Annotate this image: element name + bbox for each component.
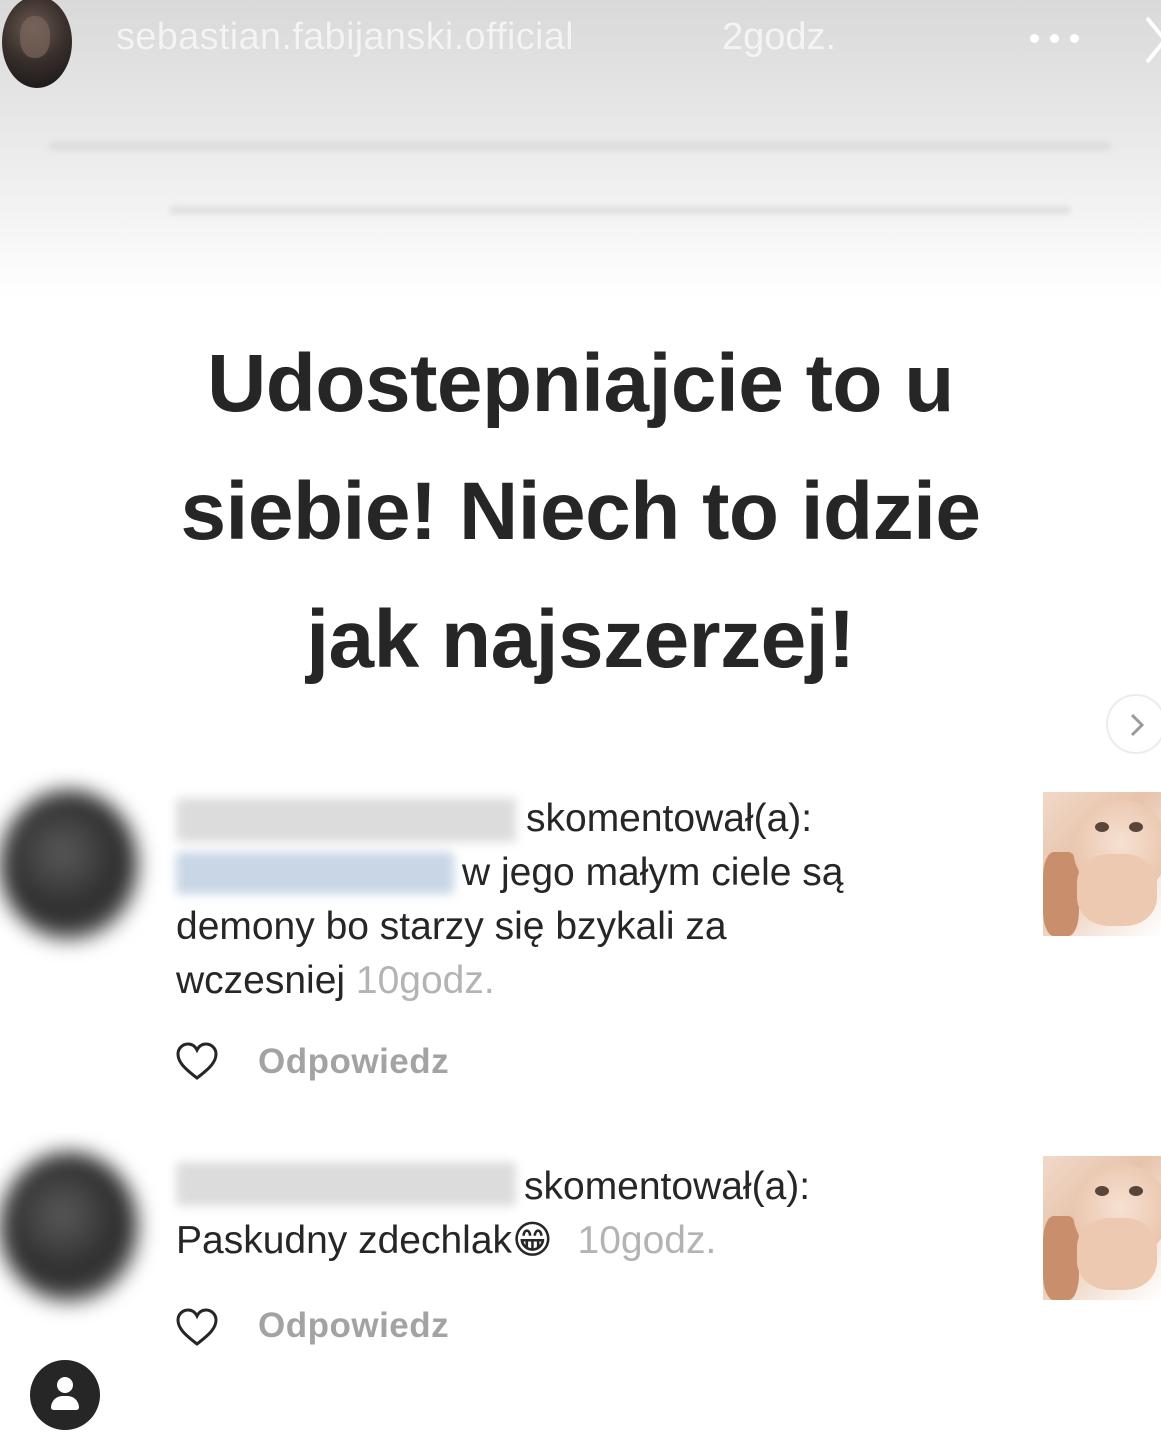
- headline-line: Udostepniajcie to u: [207, 338, 954, 429]
- reply-button[interactable]: Odpowiedz: [258, 1306, 449, 1346]
- commenter-username-redacted[interactable]: [176, 1162, 516, 1206]
- comment-body: w jego małym ciele są demony bo starzy s…: [176, 846, 1016, 1008]
- story-time-ago: 2godz.: [722, 16, 837, 58]
- commenter-username-redacted[interactable]: [176, 798, 516, 842]
- heart-outline-icon[interactable]: [176, 1042, 218, 1082]
- close-icon[interactable]: [1145, 14, 1161, 64]
- story-username[interactable]: sebastian.fabijanski.official: [116, 16, 574, 59]
- comment-time: 10godz.: [577, 1219, 717, 1262]
- heart-outline-icon[interactable]: [176, 1308, 218, 1348]
- commenter-avatar[interactable]: [0, 1152, 138, 1302]
- post-thumbnail[interactable]: [1043, 792, 1161, 936]
- comment-body-text: Paskudny zdechlak😁: [176, 1219, 553, 1262]
- comment-verb: skomentował(a):: [524, 1165, 811, 1208]
- headline-line: siebie! Niech to idzie: [180, 466, 981, 557]
- story-headline: Udostepniajcie to u siebie! Niech to idz…: [0, 320, 1161, 704]
- profile-icon[interactable]: [30, 1360, 100, 1430]
- comment-time: 10godz.: [355, 959, 495, 1002]
- more-horizontal-icon[interactable]: [1030, 34, 1080, 46]
- blurred-content-line: [170, 206, 1070, 214]
- chevron-right-icon[interactable]: [1106, 694, 1161, 754]
- story-author-avatar[interactable]: [2, 0, 72, 88]
- comment-body-first-line: w jego małym ciele są: [462, 851, 844, 894]
- commenter-avatar[interactable]: [0, 790, 138, 940]
- headline-line: jak najszerzej!: [306, 594, 855, 685]
- comment-verb: skomentował(a):: [526, 797, 813, 840]
- blurred-content-line: [50, 142, 1110, 150]
- post-thumbnail[interactable]: [1043, 1156, 1161, 1300]
- reply-button[interactable]: Odpowiedz: [258, 1042, 449, 1082]
- comment-body: Paskudny zdechlak😁 10godz.: [176, 1214, 1016, 1268]
- avatar-face: [20, 16, 50, 58]
